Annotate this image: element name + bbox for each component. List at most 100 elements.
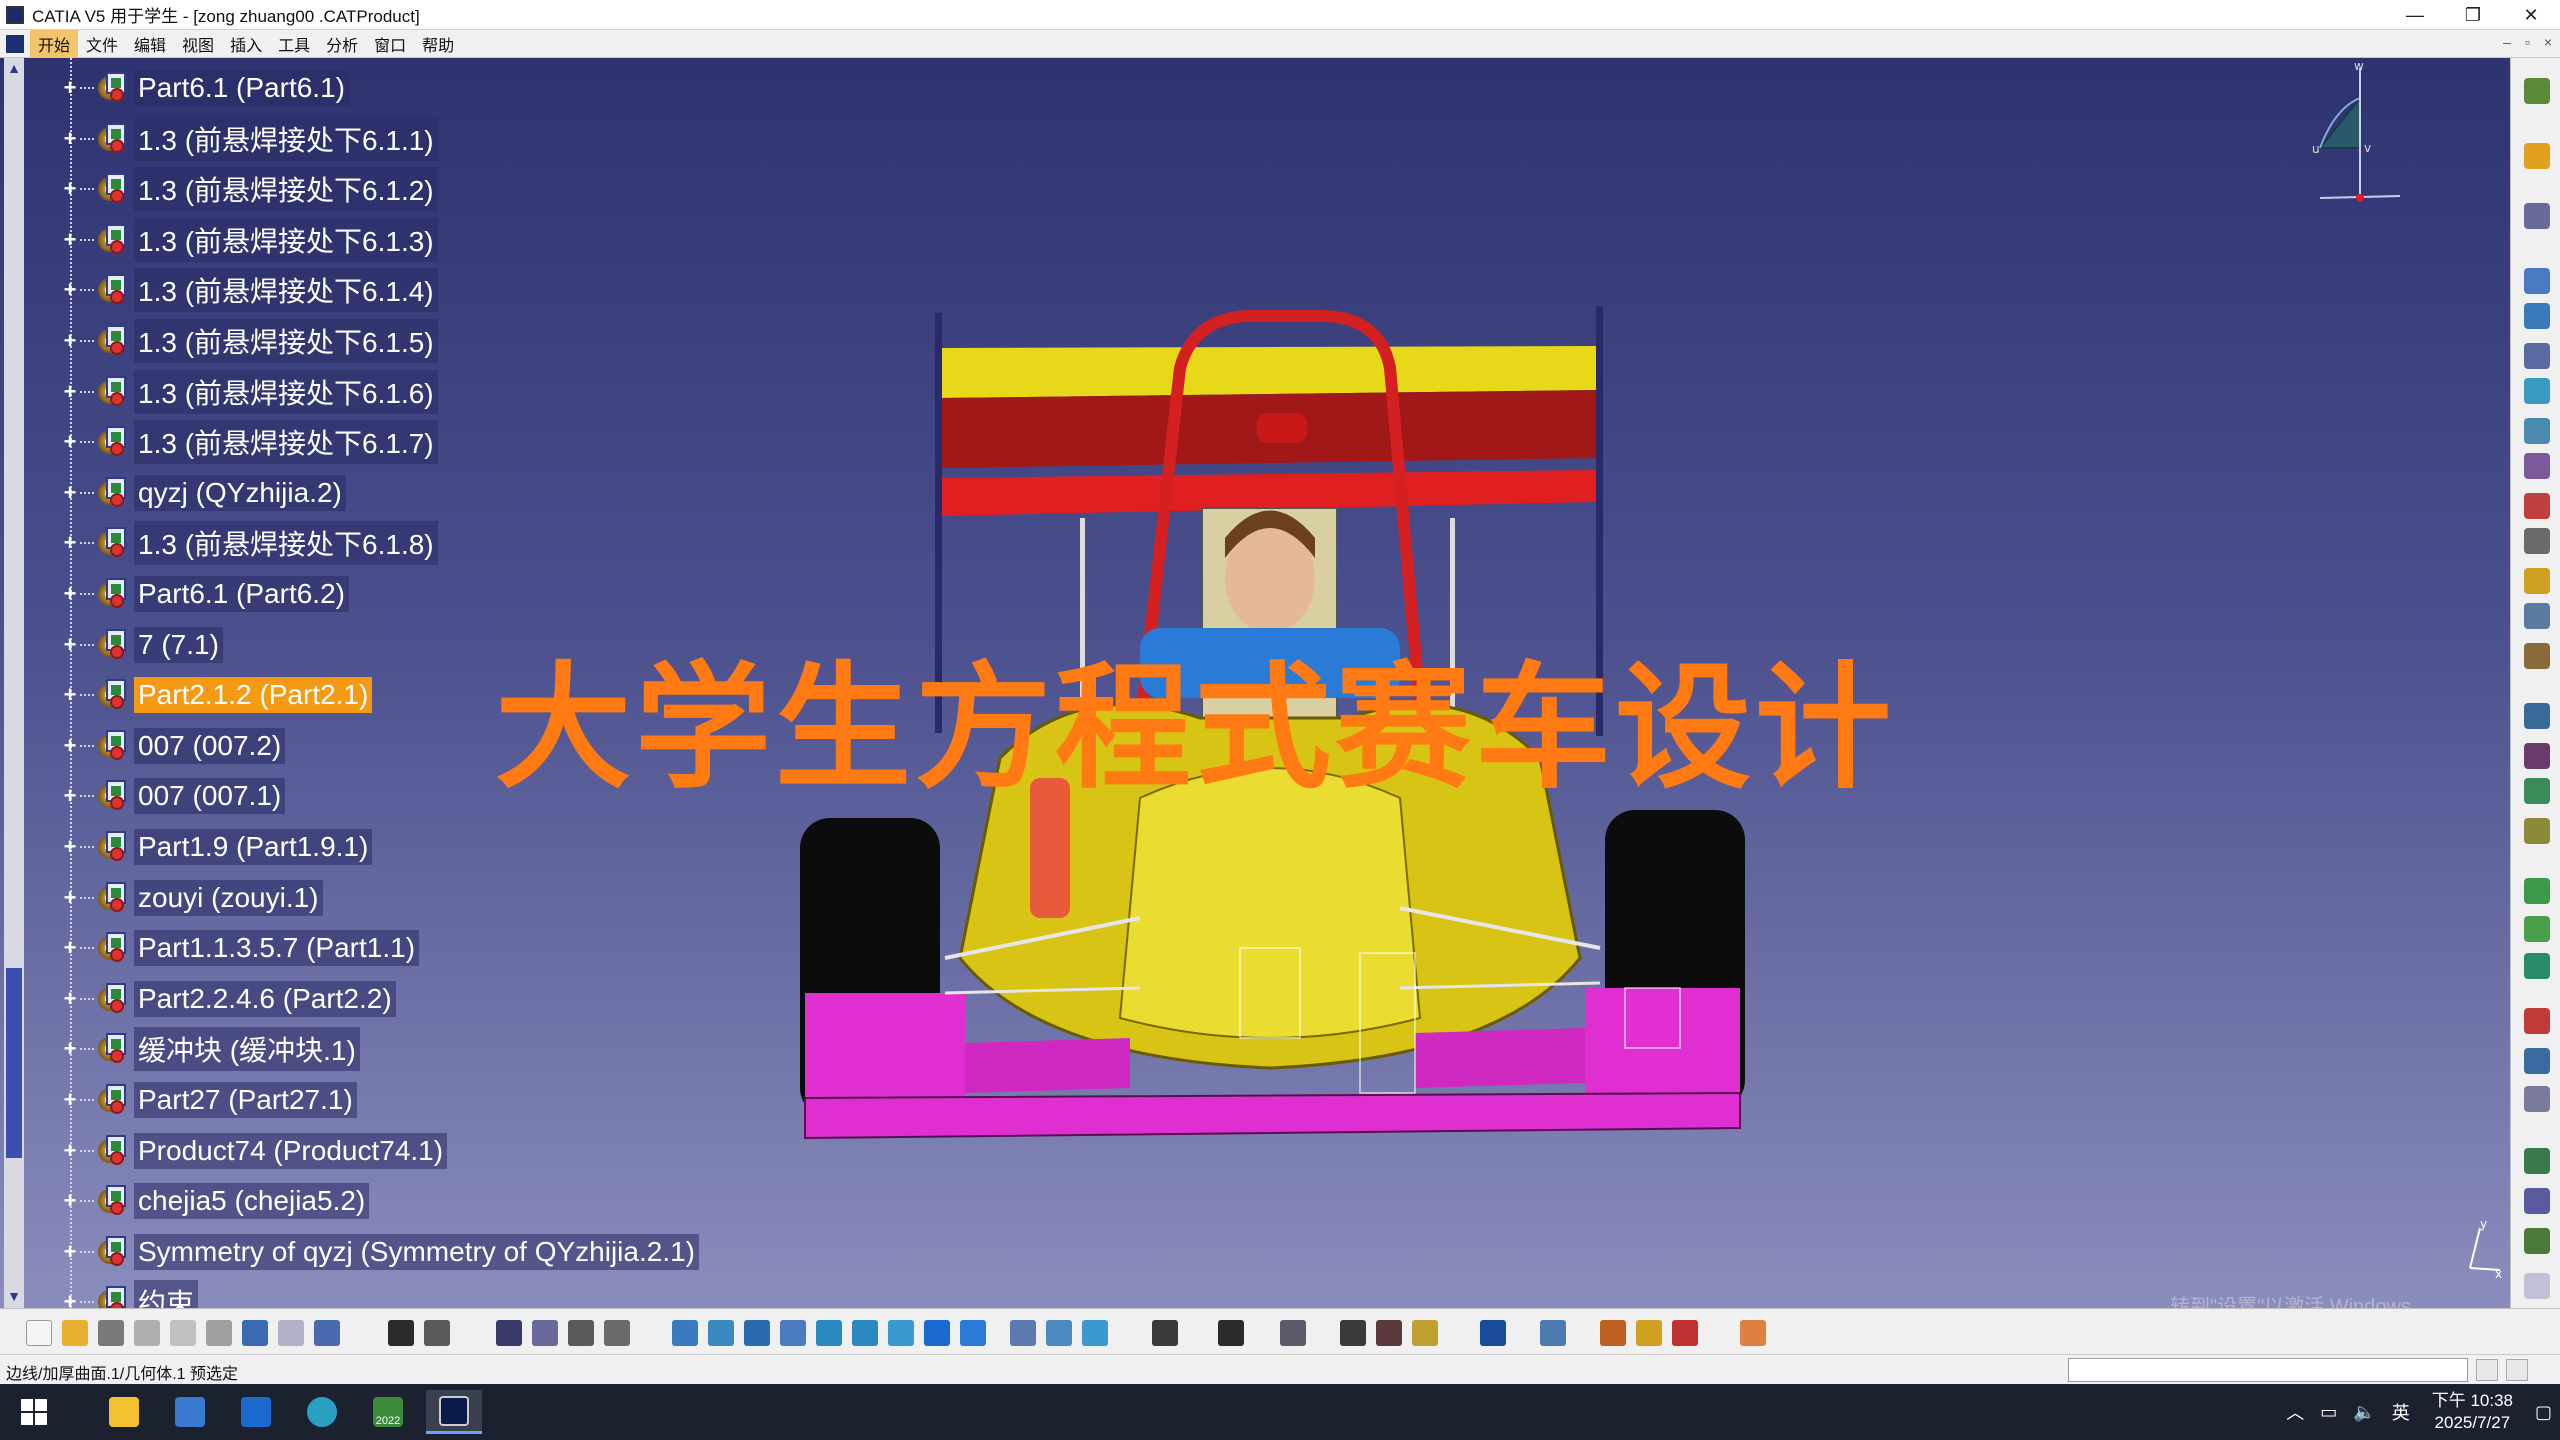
multi-instantiation-icon[interactable] [2524, 603, 2550, 629]
knowledge-icon[interactable] [424, 1320, 450, 1346]
show-hidden-icons-icon[interactable]: ︿ [2286, 1399, 2304, 1425]
tree-item-label[interactable]: qyzj (QYzhijia.2) [134, 474, 346, 511]
tree-item[interactable]: + Part1.9 (Part1.9.1) [60, 825, 373, 869]
tree-item-label[interactable]: 1.3 (前悬焊接处下6.1.8) [134, 521, 438, 566]
tree-item-label[interactable]: 7 (7.1) [134, 626, 223, 663]
3d-viewport[interactable]: ▲ ▼ + Part6.1 (Part6.1) + 1.3 (前悬焊接处下6.1… [0, 58, 2510, 1308]
angle-constraint-icon[interactable] [2524, 1008, 2550, 1034]
fast-multi-instantiation-icon[interactable] [2524, 643, 2550, 669]
undo-icon[interactable] [242, 1320, 268, 1346]
expand-plus-icon[interactable]: + [60, 834, 80, 859]
tree-item[interactable]: + qyzj (QYzhijia.2) [60, 471, 346, 515]
command-input[interactable] [2068, 1358, 2468, 1382]
network-icon[interactable]: ▭ [2320, 1402, 2337, 1423]
selective-load-icon[interactable] [2524, 528, 2550, 554]
tree-item-label[interactable]: Part1.1.3.5.7 (Part1.1) [134, 930, 420, 967]
tree-item-label[interactable]: Part2.2.4.6 (Part2.2) [134, 980, 396, 1017]
store-button[interactable] [162, 1390, 218, 1434]
tree-item-label[interactable]: 1.3 (前悬焊接处下6.1.5) [134, 319, 438, 363]
expand-plus-icon[interactable]: + [60, 530, 80, 555]
stop-command-button[interactable] [2476, 1359, 2498, 1381]
measure-icon[interactable] [568, 1320, 594, 1346]
flexible-subassembly-icon[interactable] [2524, 1188, 2550, 1214]
tree-item-label[interactable]: Product74 (Product74.1) [134, 1132, 448, 1169]
properties-icon[interactable] [1672, 1320, 1698, 1346]
new-component-icon[interactable] [2524, 268, 2550, 294]
shading-icon[interactable] [1010, 1320, 1036, 1346]
open-file-icon[interactable] [62, 1320, 88, 1346]
power-input-button[interactable] [2506, 1359, 2528, 1381]
hide-show-icon[interactable] [1046, 1320, 1072, 1346]
pan-icon[interactable] [744, 1320, 770, 1346]
offset-constraint-icon[interactable] [2524, 953, 2550, 979]
generate-numbering-icon[interactable] [2524, 493, 2550, 519]
menu-edit[interactable]: 编辑 [126, 30, 174, 58]
zoom-in-icon[interactable] [816, 1320, 842, 1346]
tree-item[interactable]: + 约束 [60, 1280, 199, 1308]
start-button[interactable] [6, 1390, 62, 1434]
tree-item[interactable]: +1.3 (前悬焊接处下6.1.6) [60, 369, 438, 414]
expand-plus-icon[interactable]: + [60, 581, 80, 606]
apply-material-icon[interactable] [604, 1320, 630, 1346]
expand-plus-icon[interactable]: + [60, 885, 80, 910]
expand-plus-icon[interactable]: + [60, 126, 80, 151]
tree-item-label[interactable]: 1.3 (前悬焊接处下6.1.7) [134, 420, 438, 465]
tree-item-label[interactable]: 1.3 (前悬焊接处下6.1.4) [134, 268, 438, 313]
tree-item[interactable]: +1.3 (前悬焊接处下6.1.8) [60, 521, 438, 566]
file-explorer-button[interactable] [96, 1390, 152, 1434]
tree-item[interactable]: + 缓冲块 (缓冲块.1) [60, 1027, 360, 1072]
tree-item-label[interactable]: 约束 [134, 1280, 199, 1308]
axis-system-icon[interactable] [1152, 1320, 1178, 1346]
outlook-button[interactable] [228, 1390, 284, 1434]
sectioning-icon[interactable] [1376, 1320, 1402, 1346]
copy-icon[interactable] [170, 1320, 196, 1346]
tree-item-label[interactable]: 007 (007.1) [134, 778, 286, 815]
grid-icon[interactable] [1740, 1320, 1766, 1346]
clock[interactable]: 下午 10:38 2025/7/27 [2432, 1390, 2513, 1434]
manipulation-icon[interactable] [2524, 703, 2550, 729]
existing-component-icon[interactable] [2524, 378, 2550, 404]
expand-plus-icon[interactable]: + [60, 632, 80, 657]
whats-this-icon[interactable] [314, 1320, 340, 1346]
restore-button[interactable]: ❐ [2444, 0, 2502, 30]
reuse-pattern-icon[interactable] [2524, 1228, 2550, 1254]
select-cursor-icon[interactable] [2524, 143, 2550, 169]
tree-item-label[interactable]: 1.3 (前悬焊接处下6.1.2) [134, 167, 438, 212]
tree-item[interactable]: +1.3 (前悬焊接处下6.1.7) [60, 420, 438, 465]
save-icon[interactable] [98, 1320, 124, 1346]
new-file-icon[interactable] [26, 1320, 52, 1346]
smart-move-icon[interactable] [2524, 778, 2550, 804]
bill-of-material-icon[interactable] [1636, 1320, 1662, 1346]
publication-icon[interactable] [1600, 1320, 1626, 1346]
table-icon[interactable] [496, 1320, 522, 1346]
zoom-out-icon[interactable] [852, 1320, 878, 1346]
new-product-icon[interactable] [2524, 303, 2550, 329]
expand-plus-icon[interactable]: + [60, 176, 80, 201]
menu-start[interactable]: 开始 [30, 29, 79, 58]
tree-item[interactable]: + chejia5 (chejia5.2) [60, 1179, 370, 1223]
assembly-workbench-icon[interactable] [2524, 78, 2550, 104]
expand-plus-icon[interactable]: + [60, 480, 80, 505]
doc-minimize-icon[interactable]: – [2503, 34, 2511, 50]
fix-component-icon[interactable] [2524, 1048, 2550, 1074]
compass-icon[interactable]: w u v [2290, 58, 2420, 208]
iso-view-icon[interactable] [960, 1320, 986, 1346]
expand-plus-icon[interactable]: + [60, 1188, 80, 1213]
tree-item[interactable]: + Part27 (Part27.1) [60, 1078, 357, 1122]
tree-item-label[interactable]: Part1.9 (Part1.9.1) [134, 829, 373, 865]
tree-item[interactable]: + Part1.1.3.5.7 (Part1.1) [60, 926, 420, 970]
menu-insert[interactable]: 插入 [222, 30, 270, 58]
capture-icon[interactable] [1218, 1320, 1244, 1346]
tree-item-label[interactable]: zouyi (zouyi.1) [134, 879, 323, 916]
formula-icon[interactable] [388, 1320, 414, 1346]
tree-item-label[interactable]: 1.3 (前悬焊接处下6.1.3) [134, 217, 438, 262]
expand-plus-icon[interactable]: + [60, 1289, 80, 1308]
tree-item-label[interactable]: Part6.1 (Part6.1) [134, 70, 349, 106]
tree-item-label[interactable]: Part27 (Part27.1) [134, 1082, 357, 1118]
coincidence-constraint-icon[interactable] [2524, 878, 2550, 904]
redo-icon[interactable] [278, 1320, 304, 1346]
expand-plus-icon[interactable]: + [60, 783, 80, 808]
clash-icon[interactable] [1340, 1320, 1366, 1346]
tree-item[interactable]: +007 (007.2) [60, 724, 286, 768]
new-part-icon[interactable] [2524, 343, 2550, 369]
